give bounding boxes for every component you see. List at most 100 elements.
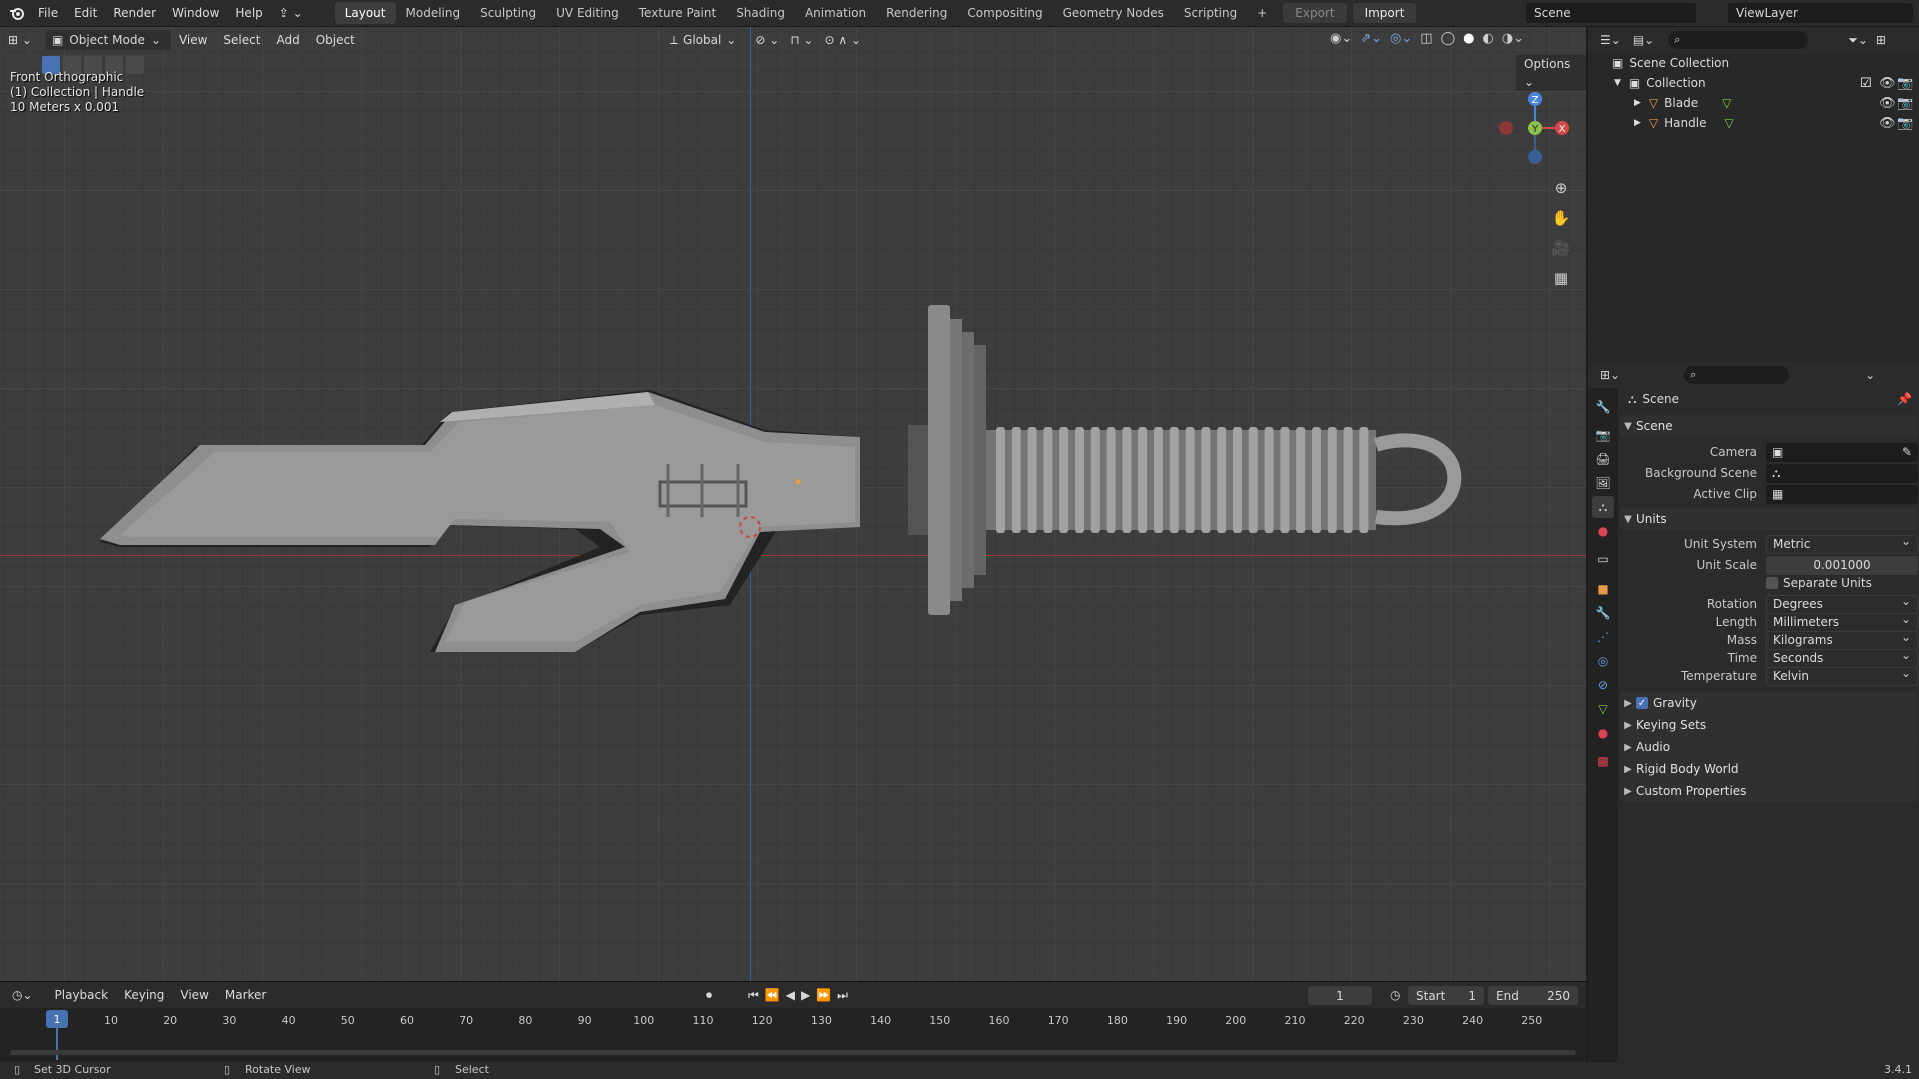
editor-type-icon[interactable]: ◷⌄ [12,988,33,1002]
tab-compositing[interactable]: Compositing [957,2,1052,24]
blade-mesh[interactable] [100,390,860,652]
collection-checkbox-icon[interactable]: ☑ [1860,76,1872,91]
outliner-search-input[interactable]: ⌕ [1668,31,1809,49]
status-hint-select: Select [455,1063,489,1076]
timeline-ruler[interactable]: 1 10 20 30 40 50 60 70 80 90 100 110 120 130 140 150 16… [0,1008,1586,1060]
playback-controls[interactable]: ⏮⏪◀▶⏩⏭ [748,988,854,1003]
texture-tab-icon[interactable]: ▩ [1592,750,1614,772]
gravity-checkbox[interactable]: ✓ [1636,697,1648,709]
handle-mesh[interactable] [908,305,1462,615]
output-tab-icon[interactable]: 🖨 [1592,448,1614,470]
upload-icon[interactable]: ⇪ ⌄ [271,0,311,27]
mesh-data-icon[interactable]: ▽ [1722,96,1731,110]
visibility-eye-icon[interactable]: 👁 [1879,76,1896,91]
render-camera-icon[interactable]: 📷 [1897,96,1913,111]
mesh-data-icon[interactable]: ▽ [1724,116,1733,130]
camera-field[interactable]: ▣ ✎ [1766,442,1918,462]
expand-arrow-icon[interactable]: ▼ [1614,78,1621,88]
collection-tab-icon[interactable]: ▭ [1592,548,1614,570]
keying-sets-panel-header[interactable]: ▶ Keying Sets [1620,714,1918,736]
menu-file[interactable]: File [30,0,66,27]
menu-render[interactable]: Render [105,0,164,27]
menu-timeline-view[interactable]: View [172,988,216,1002]
modifier-tab-icon[interactable]: 🔧 [1592,602,1614,624]
tab-shading[interactable]: Shading [726,2,795,24]
start-frame-field[interactable]: Start 1 [1408,986,1484,1005]
eyedropper-icon[interactable]: ✎ [1902,445,1912,459]
pin-icon[interactable]: 📌 [1897,392,1912,406]
audio-panel-header[interactable]: ▶ Audio [1620,736,1918,758]
blender-logo-icon[interactable] [4,0,30,26]
scene-selector[interactable]: Scene [1526,3,1696,23]
outliner-row-blade[interactable]: ▶ ▽ Blade ▽ 👁 📷 [1588,93,1919,113]
menu-help[interactable]: Help [227,0,270,27]
rigid-body-panel-header[interactable]: ▶ Rigid Body World [1620,758,1918,780]
tab-texture-paint[interactable]: Texture Paint [629,2,726,24]
expand-arrow-icon[interactable]: ▶ [1634,118,1641,128]
outliner-type-icon[interactable]: ☰⌄ [1600,33,1621,47]
expand-arrow-icon[interactable]: ▶ [1634,98,1641,108]
particles-tab-icon[interactable]: ⋰ [1592,626,1614,648]
timeline-scrollbar[interactable] [10,1050,1576,1055]
units-panel-header[interactable]: ▼ Units [1620,508,1918,530]
scene-tab-icon[interactable]: ⛬ [1592,496,1614,518]
menu-marker[interactable]: Marker [217,988,274,1002]
world-tab-icon[interactable]: ● [1592,520,1614,542]
menu-edit[interactable]: Edit [66,0,105,27]
new-collection-icon[interactable]: ⊞ [1876,33,1886,47]
background-scene-field[interactable]: ⛬ [1766,463,1918,483]
temperature-dropdown[interactable]: Kelvin [1766,666,1918,686]
constraints-tab-icon[interactable]: ⊘ [1592,674,1614,696]
export-button[interactable]: Export [1283,3,1347,23]
unit-system-dropdown[interactable]: Metric [1766,534,1918,554]
outliner-row-scene-collection[interactable]: ▣ Scene Collection [1588,53,1919,73]
timeline-tick-label: 170 [1047,1014,1069,1027]
3d-viewport[interactable]: ⊞ ⌄ ▣ Object Mode ⌄ View Select Add Obje… [0,27,1586,981]
material-tab-icon[interactable]: ● [1592,722,1614,744]
playhead-frame-badge[interactable]: 1 [46,1010,68,1028]
end-frame-field[interactable]: End 250 [1488,986,1578,1005]
object-tab-icon[interactable]: ■ [1592,578,1614,600]
render-camera-icon[interactable]: 📷 [1897,76,1913,91]
timeline-tick-label: 20 [163,1014,178,1027]
render-tab-icon[interactable]: 📷 [1592,424,1614,446]
tab-uv-editing[interactable]: UV Editing [546,2,629,24]
viewlayer-selector[interactable]: ViewLayer [1728,3,1913,23]
filter-icon[interactable]: ⏷⌄ [1848,33,1868,48]
outliner-row-handle[interactable]: ▶ ▽ Handle ▽ 👁 📷 [1588,113,1919,133]
start-value: 1 [1468,988,1476,1003]
editor-type-icon[interactable]: ⊞⌄ [1600,368,1620,382]
use-preview-range-icon[interactable]: ◷ [1390,988,1400,1002]
physics-tab-icon[interactable]: ◎ [1592,650,1614,672]
tab-layout[interactable]: Layout [334,2,396,24]
tab-geometry-nodes[interactable]: Geometry Nodes [1053,2,1174,24]
chevron-down-icon[interactable]: ⌄ [1865,368,1875,382]
grip-ring [1043,427,1053,533]
import-button[interactable]: Import [1352,3,1417,23]
data-tab-icon[interactable]: ▽ [1592,698,1614,720]
outliner-row-collection[interactable]: ▼ ▣ Collection ☑ 👁 📷 [1588,73,1919,93]
tab-animation[interactable]: Animation [795,2,876,24]
tab-sculpting[interactable]: Sculpting [470,2,546,24]
menu-window[interactable]: Window [164,0,227,27]
tab-modeling[interactable]: Modeling [396,2,471,24]
menu-keying[interactable]: Keying [116,988,172,1002]
properties-search-input[interactable]: ⌕ [1684,366,1790,384]
tool-tab-icon[interactable]: 🔧 [1592,396,1614,418]
custom-properties-panel-header[interactable]: ▶ Custom Properties [1620,780,1918,802]
tab-rendering[interactable]: Rendering [876,2,957,24]
render-camera-icon[interactable]: 📷 [1897,116,1913,131]
separate-units-checkbox[interactable] [1766,577,1778,589]
scene-panel-header[interactable]: ▼ Scene [1620,415,1918,437]
active-clip-field[interactable]: ▦ [1766,484,1918,504]
display-mode-icon[interactable]: ▤⌄ [1633,33,1654,47]
record-icon[interactable]: ⏺ [706,988,712,1003]
add-workspace-icon[interactable]: + [1247,2,1277,24]
tab-scripting[interactable]: Scripting [1174,2,1247,24]
visibility-eye-icon[interactable]: 👁 [1879,116,1896,131]
gravity-panel-header[interactable]: ▶ ✓ Gravity [1620,692,1918,714]
visibility-eye-icon[interactable]: 👁 [1879,96,1896,111]
current-frame-field[interactable]: 1 [1308,986,1372,1005]
menu-playback[interactable]: Playback [47,988,117,1002]
view-layer-tab-icon[interactable]: 🖼 [1592,472,1614,494]
